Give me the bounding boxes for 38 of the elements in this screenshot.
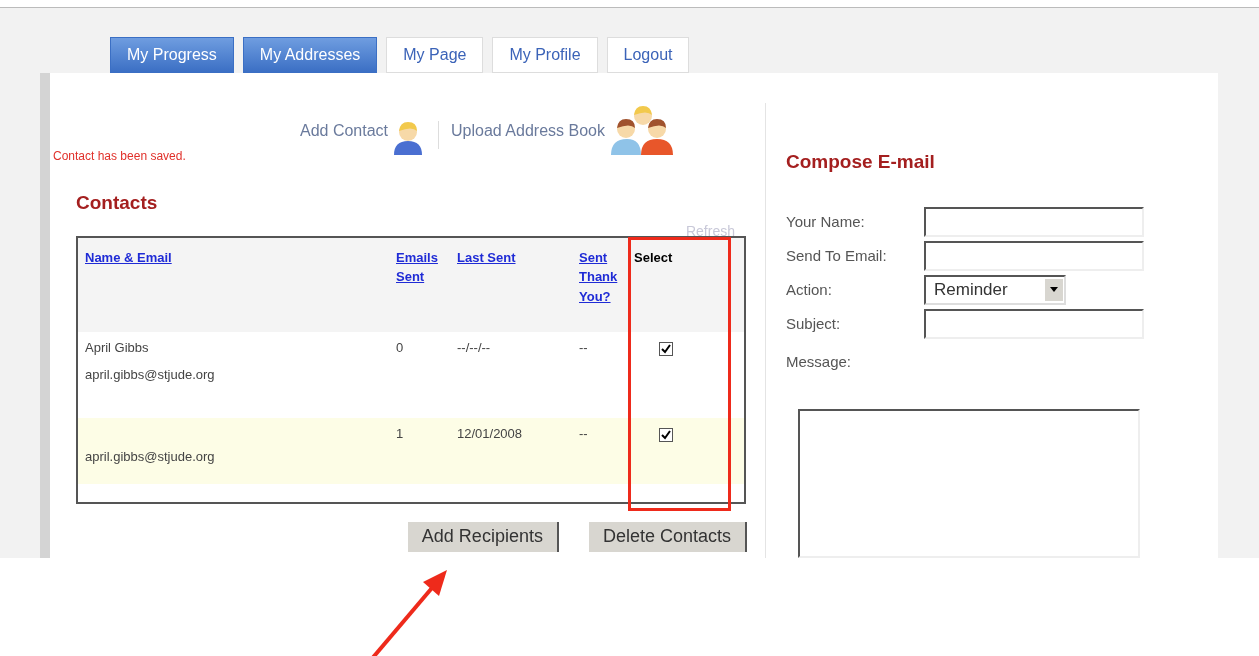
column-header[interactable]: Sent Thank You? [579, 247, 634, 306]
column-header: Select [634, 248, 674, 267]
table-cell-text: 0 [396, 338, 405, 357]
field-label: Your Name: [786, 211, 866, 232]
table-cell-text: -- [579, 338, 589, 357]
section-title: Contacts [76, 191, 158, 215]
text-field[interactable] [924, 308, 1144, 339]
column-header[interactable]: Emails Sent [396, 247, 457, 287]
nav-tab[interactable]: Logout [606, 37, 690, 73]
nav-tab[interactable]: My Page [386, 37, 484, 73]
field-label: Action: [786, 279, 833, 300]
column-header[interactable]: Name & Email [85, 247, 396, 267]
checkbox[interactable] [658, 341, 673, 356]
table-cell-text: 1 [396, 424, 405, 443]
table-cell-text: 12/01/2008 [457, 424, 524, 443]
nav-tab[interactable]: My Profile [492, 37, 598, 73]
upload-address-book-link[interactable]: Upload Address Book [451, 119, 605, 143]
contact-name: April Gibbs [85, 338, 149, 357]
contact-email: april.gibbs@stjude.org [85, 447, 215, 466]
contact-email: april.gibbs@stjude.org [85, 366, 215, 384]
section-title: Compose E-mail [786, 150, 935, 174]
action-button[interactable]: Add Recipients [407, 521, 559, 552]
nav-tab[interactable]: My Progress [110, 37, 234, 73]
table-cell-text: --/--/-- [457, 338, 492, 357]
column-header[interactable]: Last Sent [457, 247, 579, 267]
field-label: Message: [786, 351, 852, 372]
text-field[interactable] [924, 240, 1144, 271]
status-message: Contact has been saved. [53, 148, 186, 165]
action-button[interactable]: Delete Contacts [588, 521, 747, 552]
checkbox[interactable] [658, 427, 673, 442]
people-group-icon [608, 103, 675, 155]
action-dropdown[interactable]: Reminder [924, 274, 1066, 305]
table-cell-text: -- [579, 424, 589, 443]
add-contact-link[interactable]: Add Contact [300, 119, 389, 143]
nav-tab[interactable]: My Addresses [242, 37, 378, 73]
field-label: Send To Email: [786, 245, 888, 266]
text-field[interactable] [924, 206, 1144, 237]
field-label: Subject: [786, 313, 842, 334]
